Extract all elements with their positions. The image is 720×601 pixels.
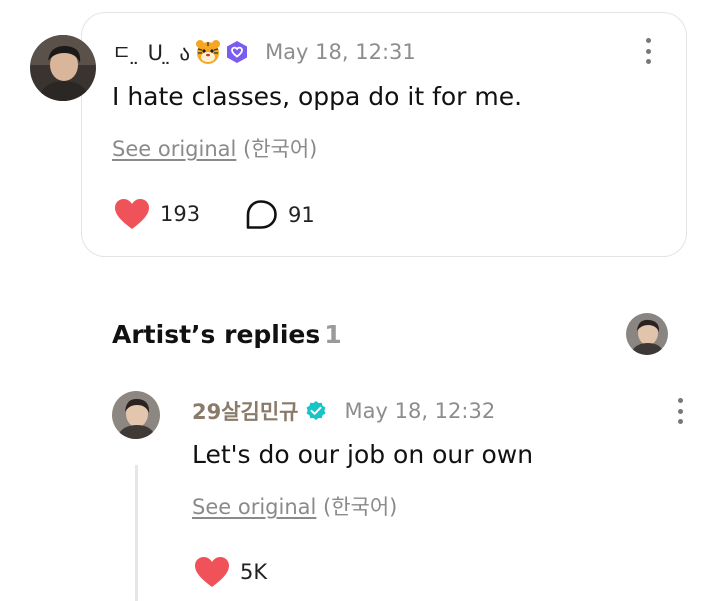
reply-like-count: 5K — [240, 560, 268, 584]
verified-badge-icon — [305, 400, 327, 422]
reply-more-vertical-icon[interactable] — [676, 398, 684, 424]
artist-reply-avatar[interactable] — [112, 391, 160, 439]
fan-post-text: I hate classes, oppa do it for me. — [112, 82, 523, 111]
heart-icon — [115, 199, 149, 229]
reply-see-original: See original (한국어) — [192, 491, 397, 521]
artist-author-name[interactable]: 29살김민규 — [192, 396, 299, 426]
artist-avatar-small[interactable] — [626, 313, 668, 355]
heart-icon — [195, 557, 229, 587]
reply-see-original-link[interactable]: See original — [192, 495, 316, 519]
comment-bubble-icon — [246, 200, 277, 229]
post-see-original-link[interactable]: See original — [112, 137, 236, 161]
fan-author-name[interactable]: ㄷ ̤ ᑌ ̤ ა — [112, 37, 191, 67]
artist-replies-title: Artist’s replies — [112, 320, 321, 349]
artist-reply-timestamp: May 18, 12:32 — [344, 399, 496, 423]
fan-post-timestamp: May 18, 12:31 — [265, 40, 416, 64]
post-like-button[interactable]: 193 — [114, 198, 200, 230]
reply-thread-line — [135, 465, 138, 601]
reply-original-language: (한국어) — [323, 495, 398, 519]
post-comment-count: 91 — [288, 203, 315, 227]
post-comment-button[interactable]: 91 — [244, 199, 315, 231]
artist-reply-text: Let's do our job on our own — [192, 440, 534, 469]
artist-replies-heading: Artist’s replies 1 — [112, 320, 342, 349]
post-see-original: See original (한국어) — [112, 133, 317, 163]
artist-replies-count: 1 — [324, 320, 342, 349]
fan-name-row: ㄷ ̤ ᑌ ̤ ა May 18, 12:31 — [112, 38, 416, 66]
post-more-vertical-icon[interactable] — [644, 38, 652, 64]
tiger-face-icon — [195, 39, 221, 65]
membership-badge-icon — [225, 40, 249, 64]
post-original-language: (한국어) — [243, 137, 318, 161]
fan-avatar[interactable] — [30, 35, 96, 101]
artist-name-row: 29살김민규 May 18, 12:32 — [192, 397, 495, 425]
post-like-count: 193 — [160, 202, 201, 226]
reply-like-button[interactable]: 5K — [194, 556, 267, 588]
